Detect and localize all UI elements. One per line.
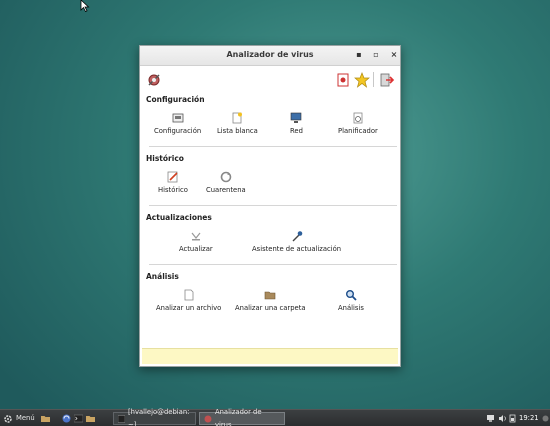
update-button[interactable]: Actualizar <box>179 230 213 253</box>
battery-icon[interactable] <box>508 414 517 423</box>
clock[interactable]: 19:21 <box>519 412 539 425</box>
section-configuracion: Configuración Configuración Lista blanca… <box>140 94 400 147</box>
item-label: Planificador <box>338 127 378 135</box>
toolbar <box>140 66 400 94</box>
gear-icon <box>4 414 12 423</box>
section-actualizaciones: Actualizaciones Actualizar Asistente de … <box>140 212 400 265</box>
report-icon[interactable] <box>335 72 351 88</box>
section-divider <box>149 146 397 147</box>
whitelist-icon <box>232 112 243 124</box>
scheduler-button[interactable]: Planificador <box>338 112 378 135</box>
maximize-button[interactable]: ▫ <box>370 49 382 61</box>
antivirus-window: Analizador de virus ▪ ▫ × Configuración <box>139 45 401 367</box>
item-label: Asistente de actualización <box>252 245 342 253</box>
star-icon[interactable] <box>354 72 370 88</box>
whitelist-button[interactable]: Lista blanca <box>217 112 258 135</box>
item-label: Analizar un archivo <box>156 304 222 312</box>
terminal-icon <box>118 414 125 423</box>
menu-label: Menú <box>16 414 35 422</box>
task-label: Analizador de virus <box>214 407 262 426</box>
antivirus-icon <box>204 415 212 422</box>
terminal-icon[interactable] <box>74 414 83 423</box>
task-label: [hvallejo@debian: ~] <box>128 407 190 426</box>
browser-icon[interactable] <box>62 414 71 423</box>
item-label: Analizar una carpeta <box>235 304 306 312</box>
scan-settings-icon[interactable] <box>146 72 162 88</box>
network-icon <box>291 112 302 123</box>
update-icon <box>191 232 201 241</box>
network-button[interactable]: Red <box>290 112 303 135</box>
section-analisis: Análisis Analizar un archivo Analizar un… <box>140 271 400 323</box>
analysis-button[interactable]: Análisis <box>338 289 364 312</box>
toolbar-separator <box>373 72 374 87</box>
item-label: Histórico <box>158 186 188 194</box>
item-label: Configuración <box>154 127 202 135</box>
history-icon <box>167 171 178 183</box>
scan-file-button[interactable]: Analizar un archivo <box>156 289 221 312</box>
section-title: Actualizaciones <box>146 213 212 222</box>
section-historico: Histórico Histórico Cuarentena <box>140 153 400 206</box>
start-menu-button[interactable]: Menú <box>3 412 35 425</box>
status-message-area <box>142 348 398 364</box>
section-divider <box>149 205 397 206</box>
folder-icon <box>264 291 276 300</box>
scheduler-icon <box>353 112 363 124</box>
config-icon <box>172 113 183 123</box>
folder-icon[interactable] <box>86 414 95 423</box>
item-label: Red <box>290 127 303 135</box>
taskbar: Menú [hvallejo@debian: ~] Analizador de … <box>0 408 550 426</box>
network-tray-icon[interactable] <box>486 414 495 423</box>
quarantine-button[interactable]: Cuarentena <box>206 171 246 194</box>
scan-folder-button[interactable]: Analizar una carpeta <box>235 289 306 312</box>
taskbar-task-antivirus[interactable]: Analizador de virus <box>199 408 285 426</box>
magnifier-icon <box>345 290 357 301</box>
section-title: Configuración <box>146 95 205 104</box>
minimize-button[interactable]: ▪ <box>353 49 365 61</box>
item-label: Análisis <box>338 304 364 312</box>
file-icon <box>184 289 194 301</box>
taskbar-task-terminal[interactable]: [hvallejo@debian: ~] <box>113 408 196 426</box>
config-button[interactable]: Configuración <box>154 112 201 135</box>
window-titlebar[interactable]: Analizador de virus ▪ ▫ × <box>140 46 400 66</box>
update-wizard-icon <box>292 231 302 242</box>
file-manager-icon[interactable] <box>41 414 50 423</box>
history-button[interactable]: Histórico <box>158 171 188 194</box>
mouse-cursor-icon <box>80 0 90 12</box>
section-title: Histórico <box>146 154 184 163</box>
volume-icon[interactable] <box>498 414 507 423</box>
close-button[interactable]: × <box>388 49 400 61</box>
section-title: Análisis <box>146 272 179 281</box>
quarantine-icon <box>220 171 232 183</box>
item-label: Actualizar <box>179 245 213 253</box>
item-label: Cuarentena <box>206 186 246 194</box>
item-label: Lista blanca <box>217 127 258 135</box>
update-wizard-button[interactable]: Asistente de actualización <box>252 230 341 253</box>
notification-icon[interactable] <box>541 414 550 423</box>
section-divider <box>149 264 397 265</box>
exit-icon[interactable] <box>379 72 395 88</box>
